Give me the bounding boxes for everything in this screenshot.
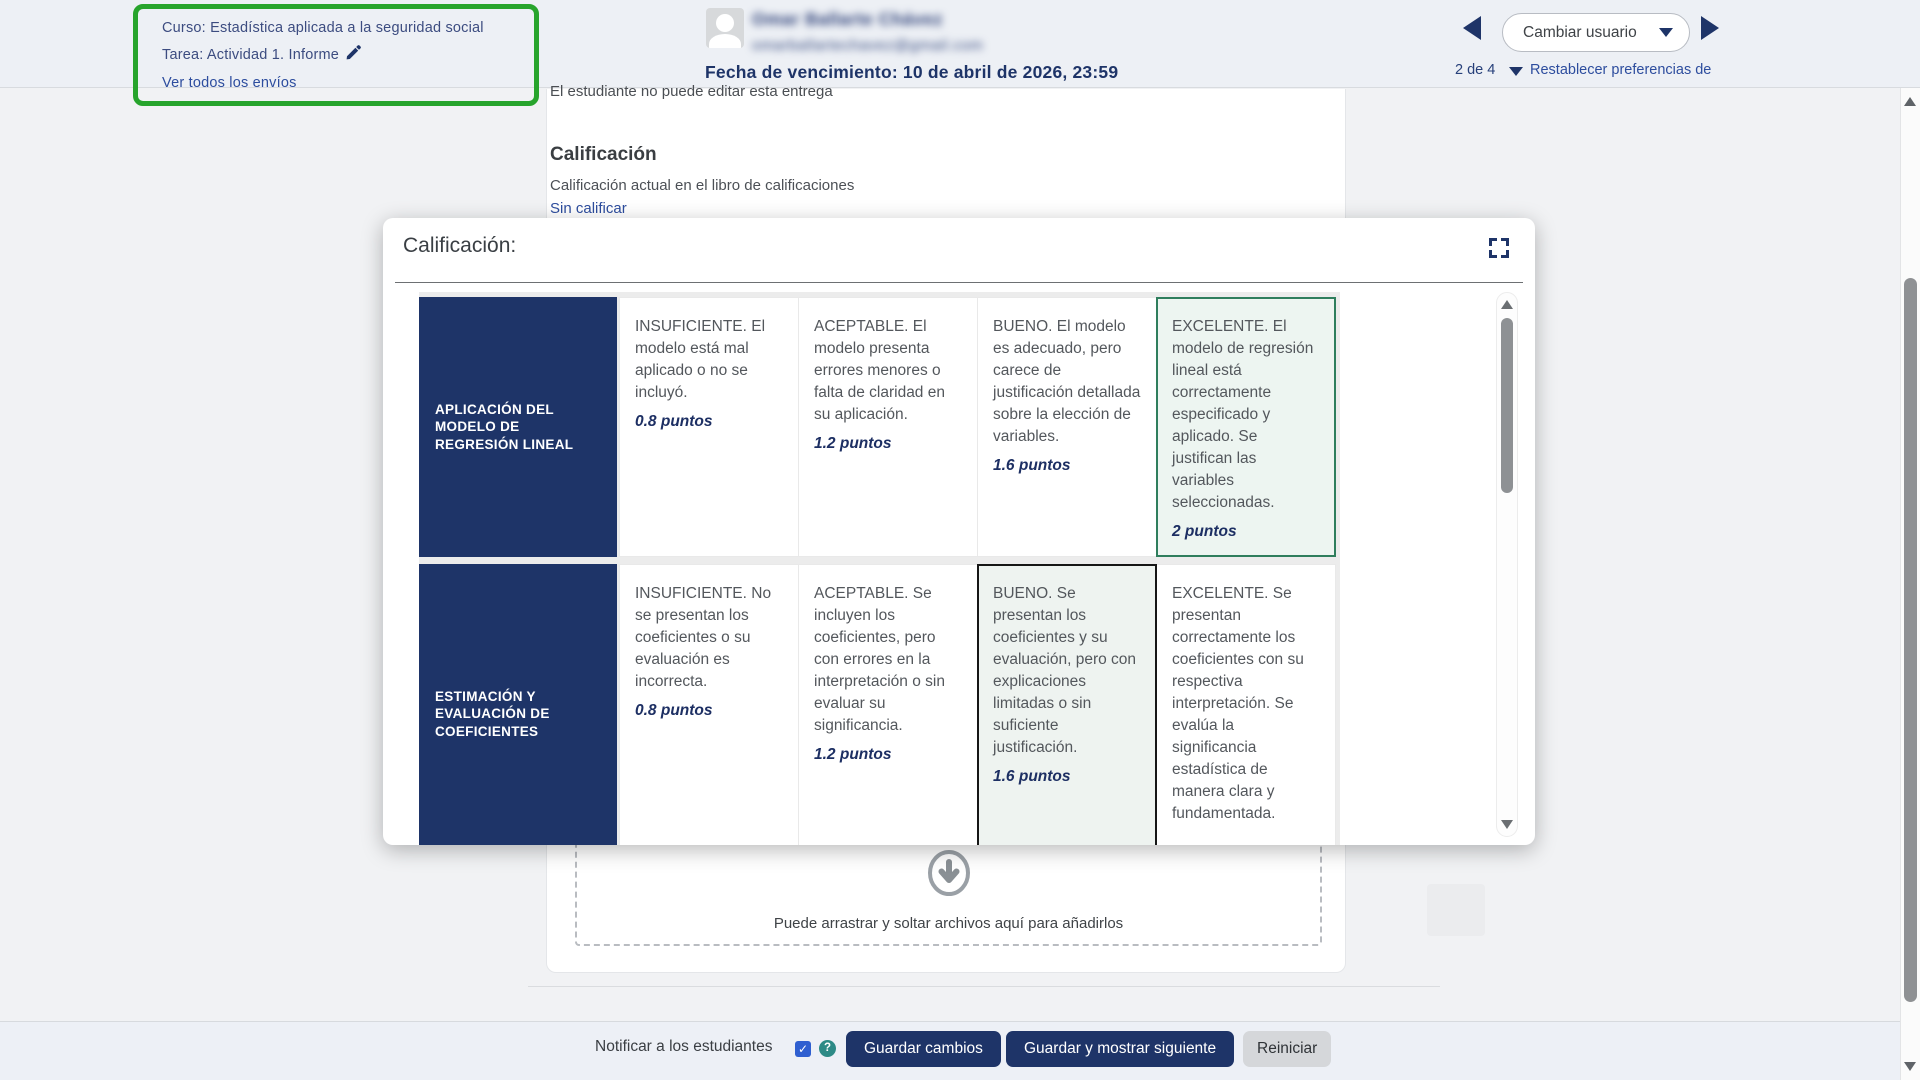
reset-button[interactable]: Reiniciar [1243, 1031, 1331, 1067]
rubric-row: APLICACIÓN DEL MODELO DE REGRESIÓN LINEA… [419, 297, 1340, 557]
help-icon[interactable]: ? [819, 1040, 836, 1057]
rubric-level-points: 0.8 puntos [635, 413, 783, 431]
rubric-level-points: 1.2 puntos [814, 746, 962, 764]
rubric-table: APLICACIÓN DEL MODELO DE REGRESIÓN LINEA… [419, 292, 1340, 845]
rubric-level-description: ACEPTABLE. Se incluyen los coeficientes,… [814, 583, 962, 737]
next-user-icon[interactable] [1701, 16, 1719, 40]
edit-locked-notice: El estudiante no puede editar esta entre… [550, 83, 833, 100]
grading-modal: Calificación: APLICACIÓN DEL MODELO DE R… [383, 218, 1535, 845]
page-scroll-down-icon[interactable] [1904, 1062, 1916, 1071]
previous-user-icon[interactable] [1463, 16, 1481, 40]
rubric-level-cell[interactable]: EXCELENTE. Se presentan correctamente lo… [1156, 564, 1336, 845]
reset-preferences-link[interactable]: Restablecer preferencias de [1530, 62, 1711, 78]
avatar-body-shape [709, 34, 741, 48]
avatar-head-shape [716, 14, 734, 32]
rubric-level-points: 0.8 puntos [635, 702, 783, 720]
modal-scrollbar [1496, 292, 1518, 837]
user-email: omarballartechavez@gmail.com [752, 37, 983, 54]
course-label: Curso: Estadística aplicada a la segurid… [162, 15, 524, 42]
notify-students-checkbox[interactable]: ✓ [795, 1041, 811, 1057]
scroll-down-icon[interactable] [1501, 820, 1513, 829]
change-user-select[interactable]: Cambiar usuario [1502, 13, 1690, 52]
gradebook-current-value[interactable]: Sin calificar [550, 200, 627, 217]
rubric-level-cell[interactable]: INSUFICIENTE. No se presentan los coefic… [619, 564, 799, 845]
modal-divider [395, 282, 1523, 283]
user-name: Omar Ballarte Chávez [752, 9, 943, 30]
rubric-level-cell[interactable]: INSUFICIENTE. El modelo está mal aplicad… [619, 297, 799, 557]
rubric-level-description: INSUFICIENTE. No se presentan los coefic… [635, 583, 783, 693]
pagination-counter: 2 de 4 [1455, 62, 1495, 78]
chevron-down-icon [1659, 28, 1673, 37]
fullscreen-toggle-icon[interactable] [1489, 238, 1509, 258]
rubric-level-cell[interactable]: BUENO. Se presentan los coeficientes y s… [977, 564, 1157, 845]
grade-section-heading: Calificación [550, 144, 657, 166]
rubric-level-description: EXCELENTE. Se presentan correctamente lo… [1172, 583, 1320, 825]
faint-background-box [1427, 884, 1485, 936]
due-date-label: Fecha de vencimiento: 10 de abril de 202… [705, 62, 1118, 83]
filter-dropdown-icon[interactable] [1509, 67, 1523, 76]
rubric-level-cell[interactable]: EXCELENTE. El modelo de regresión lineal… [1156, 297, 1336, 557]
edit-pencil-icon[interactable] [345, 44, 361, 71]
task-label: Tarea: Actividad 1. Informe [162, 42, 524, 71]
rubric-level-points: 2 puntos [1172, 523, 1320, 541]
rubric-level-points: 1.2 puntos [814, 435, 962, 453]
rubric-level-description: BUENO. El modelo es adecuado, pero carec… [993, 316, 1141, 448]
page-scrollbar [1900, 88, 1920, 1080]
rubric-level-description: EXCELENTE. El modelo de regresión lineal… [1172, 316, 1320, 514]
rubric-level-cell[interactable]: ACEPTABLE. El modelo presenta errores me… [798, 297, 978, 557]
user-avatar [706, 8, 744, 48]
rubric-level-cell[interactable]: BUENO. El modelo es adecuado, pero carec… [977, 297, 1157, 557]
rubric-level-cell[interactable]: ACEPTABLE. Se incluyen los coeficientes,… [798, 564, 978, 845]
rubric-level-points: 1.6 puntos [993, 768, 1141, 786]
rubric-level-description: ACEPTABLE. El modelo presenta errores me… [814, 316, 962, 426]
modal-title: Calificación: [403, 234, 516, 258]
section-divider [528, 986, 1440, 987]
file-dropzone[interactable]: Puede arrastrar y soltar archivos aquí p… [575, 838, 1322, 946]
notify-students-label: Notificar a los estudiantes [595, 1038, 772, 1056]
scroll-up-icon[interactable] [1501, 300, 1513, 309]
grading-page: Curso: Estadística aplicada a la segurid… [0, 0, 1920, 1080]
modal-scrollbar-thumb[interactable] [1501, 318, 1513, 493]
view-all-submissions-link[interactable]: Ver todos los envíos [162, 75, 297, 91]
gradebook-current-label: Calificación actual en el libro de calif… [550, 177, 854, 194]
rubric-level-description: INSUFICIENTE. El modelo está mal aplicad… [635, 316, 783, 404]
dropzone-hint: Puede arrastrar y soltar archivos aquí p… [577, 915, 1320, 932]
rubric-criterion-cell: APLICACIÓN DEL MODELO DE REGRESIÓN LINEA… [419, 297, 617, 557]
rubric-level-points: 1.6 puntos [993, 457, 1141, 475]
rubric-row: ESTIMACIÓN Y EVALUACIÓN DE COEFICIENTESI… [419, 564, 1340, 845]
page-scrollbar-thumb[interactable] [1904, 278, 1917, 1002]
save-changes-button[interactable]: Guardar cambios [846, 1031, 1001, 1067]
annotation-highlight-box: Curso: Estadística aplicada a la segurid… [133, 4, 539, 106]
change-user-label: Cambiar usuario [1523, 24, 1659, 42]
rubric-criterion-cell: ESTIMACIÓN Y EVALUACIÓN DE COEFICIENTES [419, 564, 617, 845]
rubric-level-description: BUENO. Se presentan los coeficientes y s… [993, 583, 1141, 759]
save-show-next-button[interactable]: Guardar y mostrar siguiente [1006, 1031, 1234, 1067]
download-arrow-icon [926, 850, 972, 901]
page-scroll-up-icon[interactable] [1904, 97, 1916, 106]
